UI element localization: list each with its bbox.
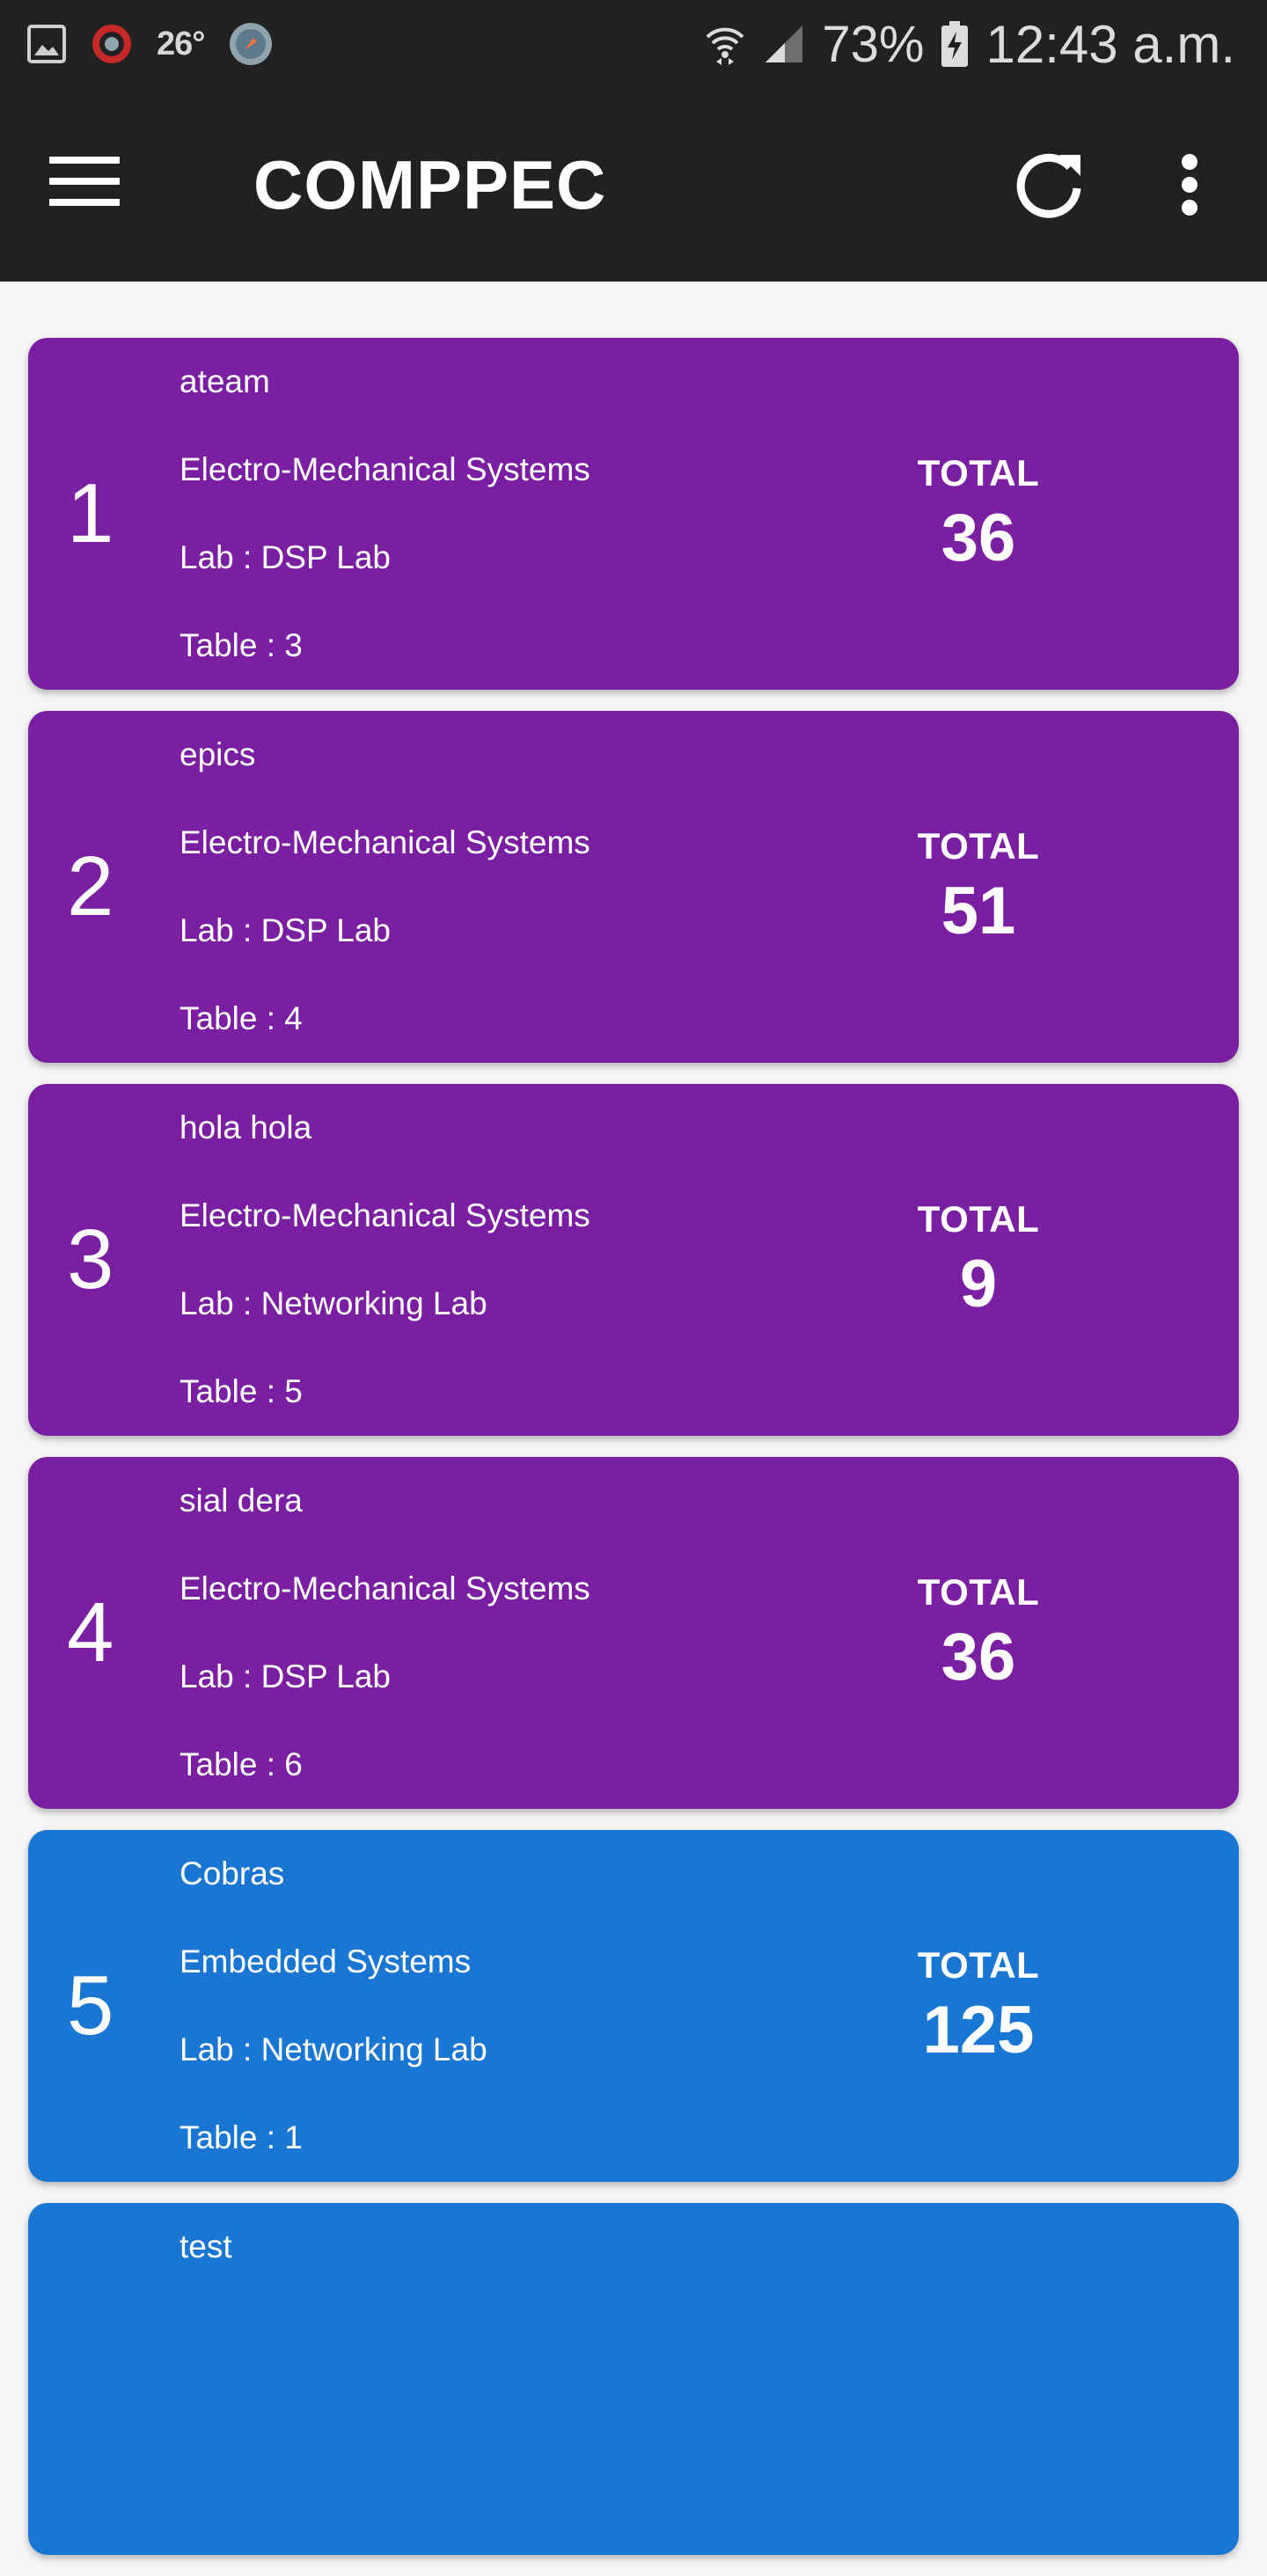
team-info: Cobras Embedded Systems Lab : Networking… <box>179 1855 487 2182</box>
team-lab: Lab : DSP Lab <box>179 539 391 575</box>
team-rank <box>67 2203 172 2555</box>
app-notification-icon <box>90 22 134 66</box>
team-lab: Lab : Networking Lab <box>179 2031 487 2067</box>
total-value: 125 <box>922 1992 1035 2067</box>
menu-icon[interactable] <box>49 157 120 211</box>
compass-app-icon <box>227 20 275 68</box>
status-bar-system: 73% 12:43 a.m. <box>704 11 1235 77</box>
battery-charging-icon <box>940 19 970 69</box>
more-options-icon[interactable] <box>1161 144 1218 229</box>
team-rank: 4 <box>67 1585 114 1680</box>
team-card[interactable]: 5 Cobras Embedded Systems Lab : Networki… <box>28 1830 1239 2182</box>
team-info: epics Electro-Mechanical Systems Lab : D… <box>179 735 590 1063</box>
cell-signal-icon <box>762 22 806 66</box>
total-label: TOTAL <box>917 451 1040 494</box>
team-card[interactable]: 1 ateam Electro-Mechanical Systems Lab :… <box>28 338 1239 690</box>
app-title: COMPPEC <box>253 146 607 223</box>
team-table: Table : 1 <box>179 2119 303 2155</box>
team-list: 1 ateam Electro-Mechanical Systems Lab :… <box>28 338 1239 2576</box>
total-label: TOTAL <box>917 1197 1040 1240</box>
total-value: 9 <box>959 1246 998 1321</box>
status-bar-notifications: 26° <box>26 16 275 72</box>
team-card[interactable]: 2 epics Electro-Mechanical Systems Lab :… <box>28 711 1239 1063</box>
team-category: Electro-Mechanical Systems <box>179 1197 590 1233</box>
team-total: TOTAL 125 <box>820 1830 1137 2182</box>
total-value: 36 <box>941 500 1016 575</box>
team-name: sial dera <box>179 1482 303 1519</box>
team-name: hola hola <box>179 1109 312 1145</box>
wifi-icon <box>704 21 746 67</box>
team-category: Electro-Mechanical Systems <box>179 1570 590 1606</box>
team-info: test <box>179 2228 232 2555</box>
team-category: Electro-Mechanical Systems <box>179 824 590 860</box>
team-category: Embedded Systems <box>179 1943 472 1980</box>
team-category <box>179 2316 232 2404</box>
team-total: TOTAL 36 <box>820 338 1137 690</box>
total-value: 51 <box>941 873 1016 948</box>
team-rank: 2 <box>67 839 114 933</box>
team-name: ateam <box>179 363 270 399</box>
team-total: TOTAL 51 <box>820 711 1137 1063</box>
team-table: Table : 6 <box>179 1746 303 1782</box>
total-value: 36 <box>941 1619 1016 1694</box>
team-lab <box>179 2404 232 2492</box>
team-name: epics <box>179 736 256 772</box>
team-info: ateam Electro-Mechanical Systems Lab : D… <box>179 362 590 690</box>
team-info: sial dera Electro-Mechanical Systems Lab… <box>179 1482 590 1809</box>
team-table <box>179 2492 232 2555</box>
team-card[interactable]: test <box>28 2203 1239 2555</box>
team-table: Table : 3 <box>179 627 303 663</box>
team-lab: Lab : DSP Lab <box>179 912 391 948</box>
team-total: TOTAL 9 <box>820 1084 1137 1436</box>
team-rank: 3 <box>67 1212 114 1306</box>
team-card[interactable]: 4 sial dera Electro-Mechanical Systems L… <box>28 1457 1239 1809</box>
app-bar: COMPPEC <box>0 88 1267 282</box>
battery-percent: 73% <box>822 15 925 73</box>
team-name: Cobras <box>179 1855 285 1892</box>
image-notification-icon <box>26 24 67 64</box>
clock: 12:43 a.m. <box>985 14 1235 74</box>
refresh-icon[interactable] <box>1007 143 1091 227</box>
team-table: Table : 4 <box>179 1000 303 1036</box>
team-rank: 5 <box>67 1958 114 2053</box>
team-lab: Lab : DSP Lab <box>179 1658 391 1694</box>
team-lab: Lab : Networking Lab <box>179 1285 487 1321</box>
team-card[interactable]: 3 hola hola Electro-Mechanical Systems L… <box>28 1084 1239 1436</box>
weather-temperature: 26° <box>157 25 205 62</box>
total-label: TOTAL <box>917 824 1040 867</box>
team-table: Table : 5 <box>179 1373 303 1409</box>
total-label: TOTAL <box>917 1943 1040 1986</box>
team-rank: 1 <box>67 466 114 560</box>
total-label: TOTAL <box>917 1570 1040 1613</box>
status-bar: 26° 73% 12:43 a.m. <box>0 0 1267 88</box>
team-total: TOTAL 36 <box>820 1457 1137 1809</box>
team-name: test <box>179 2228 232 2265</box>
team-total <box>820 2203 1137 2555</box>
team-category: Electro-Mechanical Systems <box>179 451 590 487</box>
team-info: hola hola Electro-Mechanical Systems Lab… <box>179 1109 590 1436</box>
